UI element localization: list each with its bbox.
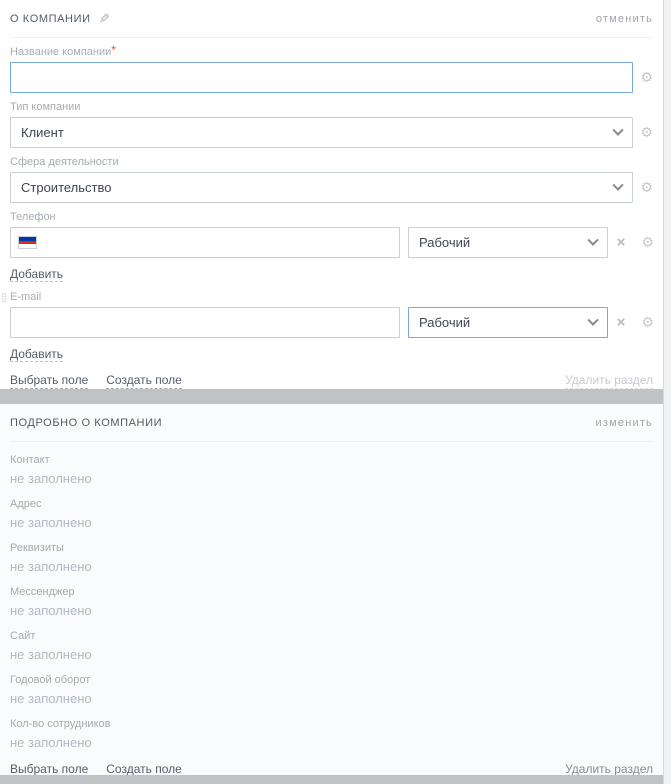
field-value: не заполнено bbox=[10, 515, 653, 531]
view-field-website: Сайт не заполнено bbox=[10, 630, 653, 663]
phone-input-box bbox=[10, 227, 400, 258]
create-field-link[interactable]: Создать поле bbox=[106, 762, 182, 775]
chevron-down-icon bbox=[587, 314, 598, 325]
view-field-annual-revenue: Годовой оборот не заполнено bbox=[10, 674, 653, 707]
phone-type-select[interactable]: Рабочий bbox=[408, 227, 608, 258]
edit-link[interactable]: изменить bbox=[596, 417, 653, 429]
remove-phone-icon[interactable]: × bbox=[617, 234, 626, 251]
russia-flag-icon[interactable] bbox=[18, 236, 37, 249]
chevron-down-icon bbox=[612, 179, 623, 190]
company-name-label: Название компании* bbox=[10, 46, 653, 59]
company-type-label: Тип компании bbox=[10, 101, 653, 114]
create-field-link[interactable]: Создать поле bbox=[106, 373, 182, 389]
chevron-down-icon bbox=[587, 234, 598, 245]
email-input[interactable] bbox=[18, 308, 392, 337]
section-about-company: О КОМПАНИИ ✎ отменить Название компании*… bbox=[0, 0, 663, 389]
chevron-down-icon bbox=[612, 124, 623, 135]
select-field-link[interactable]: Выбрать поле bbox=[10, 762, 88, 775]
phone-label: Телефон bbox=[10, 211, 653, 224]
field-label: Кол-во сотрудников bbox=[10, 718, 653, 731]
delete-section-link[interactable]: Удалить раздел bbox=[565, 762, 653, 775]
drag-handle-icon[interactable]: ⣿ bbox=[1, 292, 7, 303]
field-label: Годовой оборот bbox=[10, 674, 653, 687]
add-phone-link[interactable]: Добавить bbox=[10, 267, 63, 282]
section-about-header: О КОМПАНИИ ✎ отменить bbox=[10, 0, 653, 38]
field-settings-gear-icon[interactable]: ⚙ bbox=[640, 179, 653, 195]
view-field-contact: Контакт не заполнено bbox=[10, 454, 653, 487]
section-details-body: Контакт не заполнено Адрес не заполнено … bbox=[0, 454, 663, 775]
email-type-select[interactable]: Рабочий bbox=[408, 307, 608, 338]
view-field-address: Адрес не заполнено bbox=[10, 498, 653, 531]
field-label: Мессенджер bbox=[10, 586, 653, 599]
remove-email-icon[interactable]: × bbox=[617, 314, 626, 331]
delete-section-link[interactable]: Удалить раздел bbox=[565, 373, 653, 389]
field-value: не заполнено bbox=[10, 559, 653, 575]
scrollbar-track[interactable] bbox=[663, 0, 671, 784]
field-value: не заполнено bbox=[10, 735, 653, 751]
add-email-link[interactable]: Добавить bbox=[10, 347, 63, 362]
cancel-link[interactable]: отменить bbox=[596, 13, 653, 25]
form-column: О КОМПАНИИ ✎ отменить Название компании*… bbox=[0, 0, 663, 775]
edit-pencil-icon[interactable]: ✎ bbox=[99, 11, 110, 27]
field-label: Контакт bbox=[10, 454, 653, 467]
field-settings-gear-icon[interactable]: ⚙ bbox=[641, 314, 654, 330]
field-label: Адрес bbox=[10, 498, 653, 511]
field-value: не заполнено bbox=[10, 603, 653, 619]
required-asterisk: * bbox=[111, 43, 116, 57]
industry-label: Сфера деятельности bbox=[10, 156, 653, 169]
field-settings-gear-icon[interactable]: ⚙ bbox=[640, 124, 653, 140]
email-label: E-mail bbox=[10, 291, 653, 304]
field-value: не заполнено bbox=[10, 471, 653, 487]
view-field-employees: Кол-во сотрудников не заполнено bbox=[10, 718, 653, 751]
industry-select[interactable]: Строительство bbox=[10, 172, 633, 203]
field-settings-gear-icon[interactable]: ⚙ bbox=[641, 234, 654, 250]
section-company-details: ПОДРОБНО О КОМПАНИИ изменить Контакт не … bbox=[0, 404, 663, 775]
field-label: Сайт bbox=[10, 630, 653, 643]
company-name-input[interactable] bbox=[10, 62, 633, 93]
field-settings-gear-icon[interactable]: ⚙ bbox=[640, 69, 653, 85]
section-title: ПОДРОБНО О КОМПАНИИ bbox=[10, 417, 162, 429]
email-input-box bbox=[10, 307, 400, 338]
select-field-link[interactable]: Выбрать поле bbox=[10, 373, 88, 389]
field-value: не заполнено bbox=[10, 691, 653, 707]
section-details-header: ПОДРОБНО О КОМПАНИИ изменить bbox=[10, 404, 653, 442]
section-about-body: Название компании* ⚙ Тип компании Клиент… bbox=[0, 46, 663, 389]
company-type-select[interactable]: Клиент bbox=[10, 117, 633, 148]
field-label: Реквизиты bbox=[10, 542, 653, 555]
view-field-requisites: Реквизиты не заполнено bbox=[10, 542, 653, 575]
view-field-messenger: Мессенджер не заполнено bbox=[10, 586, 653, 619]
phone-input[interactable] bbox=[45, 228, 392, 257]
section-title: О КОМПАНИИ bbox=[10, 13, 91, 25]
field-value: не заполнено bbox=[10, 647, 653, 663]
